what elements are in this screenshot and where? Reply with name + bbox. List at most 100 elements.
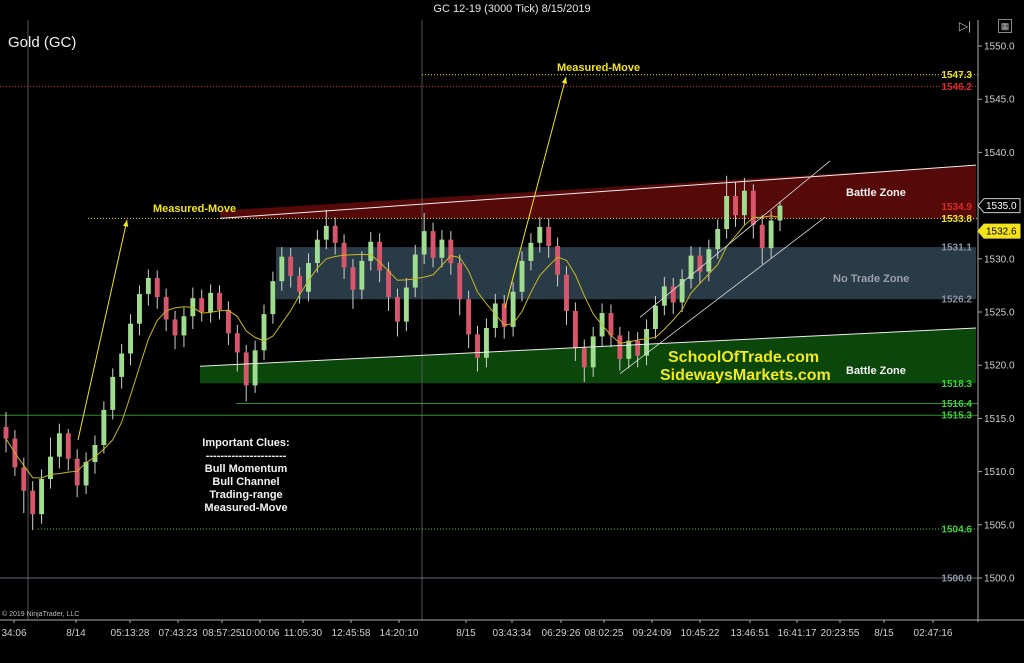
candle-body: [483, 327, 489, 358]
candle-body: [350, 267, 356, 290]
candle-body: [439, 239, 445, 258]
candle-body: [30, 490, 36, 515]
y-tick-label: 1540.0: [984, 148, 1015, 159]
candle-body: [359, 260, 365, 290]
current-price-label: 1532.6: [986, 227, 1017, 238]
clues-heading: Important Clues:: [202, 437, 290, 449]
clue-item: Bull Channel: [212, 476, 280, 488]
annotation-battle-zone-bottom: Battle Zone: [846, 365, 906, 377]
x-tick-label: 8/15: [456, 628, 476, 639]
price-level-label: 1515.3: [941, 411, 972, 422]
x-tick-label: 09:24:09: [633, 628, 672, 639]
candle-body: [225, 309, 231, 334]
candle-body: [74, 458, 80, 486]
y-tick-label: 1545.0: [984, 95, 1015, 106]
x-tick-label: 02:47:16: [914, 628, 953, 639]
candle-body: [92, 445, 98, 463]
candle-body: [564, 274, 569, 311]
brand-schooloftrade: SchoolOfTrade.com: [668, 349, 820, 366]
candle-body: [724, 196, 730, 230]
candle-body: [537, 226, 543, 243]
candle-body: [21, 467, 27, 491]
candle-body: [759, 224, 765, 249]
candle-body: [421, 231, 427, 255]
price-level-label: 1518.3: [941, 379, 972, 390]
candle-body: [137, 293, 142, 324]
arrow-shaft: [77, 219, 128, 441]
candle-body: [635, 340, 641, 356]
candle-body: [39, 479, 45, 515]
candle-body: [377, 241, 383, 271]
candle-body: [777, 205, 783, 221]
candle-body: [653, 305, 658, 330]
candle-body: [430, 231, 436, 258]
y-tick-label: 1550.0: [984, 42, 1015, 53]
candle-body: [768, 220, 774, 249]
clue-item: Measured-Move: [204, 502, 288, 514]
annotation-measured-move-top: Measured-Move: [557, 62, 641, 74]
candle-body: [270, 281, 276, 315]
candle-body: [208, 292, 214, 312]
candle-body: [528, 242, 534, 261]
candle-body: [715, 229, 721, 250]
candle-body: [741, 190, 747, 216]
x-tick-label: 10:45:22: [681, 628, 720, 639]
price-level-label: 1533.8: [941, 214, 972, 225]
price-level-label: 1546.2: [941, 82, 972, 93]
y-tick-label: 1500.0: [984, 574, 1015, 585]
candle-body: [395, 297, 400, 322]
x-tick-label: 16:41:17: [778, 628, 817, 639]
candle-body: [323, 225, 329, 240]
candle-body: [252, 350, 258, 386]
candle-body: [243, 352, 249, 386]
candle-body: [65, 433, 71, 459]
candle-body: [332, 225, 338, 243]
candle-body: [83, 462, 89, 486]
x-tick-label: 05:13:28: [111, 628, 150, 639]
candle-body: [546, 226, 552, 247]
price-level-label: 1500.0: [941, 574, 972, 585]
candle-body: [199, 298, 205, 312]
x-tick-label: 8/14: [66, 628, 86, 639]
brand-sidewaysmarkets: SidewaysMarkets.com: [660, 367, 831, 384]
candle-body: [288, 256, 294, 276]
candle-body: [368, 241, 374, 261]
x-tick-label: 11:05:30: [284, 628, 323, 639]
candle-body: [590, 336, 596, 368]
candle-body: [128, 323, 133, 354]
price-level-label: 1526.2: [941, 295, 972, 306]
candle-body: [261, 314, 267, 351]
x-tick-label: 13:46:51: [731, 628, 770, 639]
candle-body: [145, 277, 151, 294]
annotation-no-trade-zone: No Trade Zone: [833, 273, 910, 285]
y-tick-label: 1530.0: [984, 254, 1015, 265]
x-tick-label: 06:29:26: [542, 628, 581, 639]
clues-separator: ----------------------: [205, 450, 287, 462]
clue-item: Trading-range: [209, 489, 283, 501]
candle-body: [56, 433, 62, 457]
candle-body: [181, 316, 187, 336]
candle-body: [457, 263, 463, 300]
x-tick-label: 08:02:25: [585, 628, 624, 639]
x-tick-label: 8/15: [874, 628, 894, 639]
candle-body: [617, 335, 623, 359]
price-level-label: 1531.1: [941, 243, 972, 254]
y-tick-label: 1525.0: [984, 308, 1015, 319]
y-tick-label: 1510.0: [984, 467, 1015, 478]
price-chart[interactable]: 1547.31546.2 1534.91533.8 1531.1 1526.2 1518…: [0, 0, 1024, 663]
candle-body: [644, 329, 649, 356]
candle-body: [172, 319, 178, 336]
candle-body: [572, 310, 578, 349]
axis-layer: 1500.0 1505.0 1510.0 1515.0 1520.0 1525.0 1530…: [0, 20, 1024, 639]
levels-layer: 1547.31546.2 1534.91533.8 1531.1 1526.2 1518…: [0, 70, 978, 585]
candle-body: [279, 256, 285, 282]
candle-body: [48, 456, 53, 480]
x-tick-label: 03:43:34: [493, 628, 532, 639]
price-level-label: 1547.3: [941, 70, 972, 81]
candle-body: [608, 313, 614, 336]
x-tick-label: 07:43:23: [159, 628, 198, 639]
current-price-tag: 1535.0: [977, 198, 1021, 214]
candle-body: [626, 340, 632, 359]
candle-body: [555, 246, 561, 275]
candle-body: [101, 409, 107, 445]
